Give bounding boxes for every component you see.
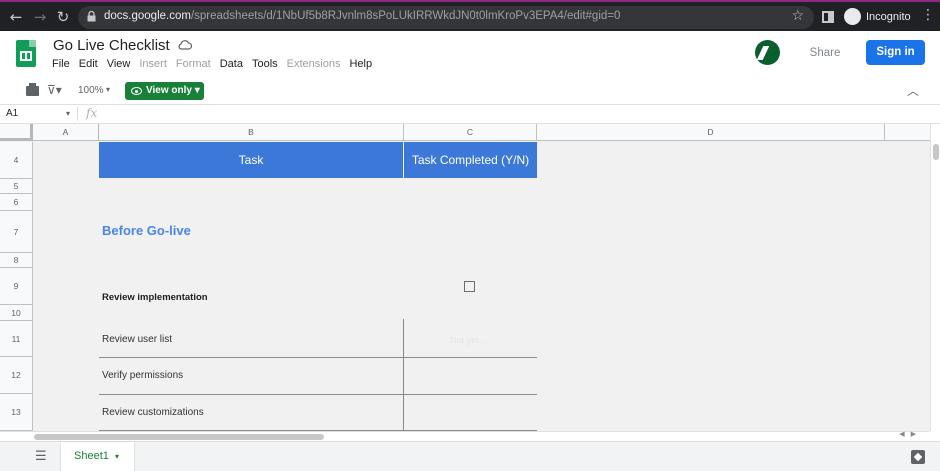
menu-bar: File Edit View Insert Format Data Tools … bbox=[52, 58, 381, 70]
lock-icon bbox=[87, 11, 96, 22]
sign-in-button[interactable]: Sign in bbox=[866, 40, 925, 65]
zoom-select[interactable]: 100% bbox=[78, 85, 104, 96]
vertical-scrollbar[interactable] bbox=[930, 124, 940, 431]
chevron-up-icon[interactable]: ︿ bbox=[907, 82, 919, 99]
reload-icon[interactable]: ↻ bbox=[53, 7, 73, 27]
menu-view[interactable]: View bbox=[107, 58, 131, 70]
share-button[interactable]: Share bbox=[800, 42, 850, 64]
bookmark-star-icon[interactable]: ☆ bbox=[791, 8, 804, 24]
task-cell-review-user-list[interactable]: Review user list bbox=[102, 334, 172, 345]
task-completed-header-cell[interactable]: Task Completed (Y/N) bbox=[404, 142, 537, 178]
scroll-arrows-icon[interactable]: ◀▶ bbox=[899, 430, 922, 438]
all-sheets-menu-icon[interactable]: ☰ bbox=[35, 449, 47, 464]
divider bbox=[77, 107, 78, 121]
doc-title[interactable]: Go Live Checklist bbox=[53, 37, 170, 54]
menu-edit[interactable]: Edit bbox=[79, 58, 98, 70]
column-divider bbox=[403, 319, 404, 431]
fx-icon: fx bbox=[86, 106, 98, 120]
doc-header: Go Live Checklist File Edit View Insert … bbox=[0, 31, 940, 77]
owner-avatar[interactable] bbox=[755, 40, 780, 65]
group-title[interactable]: Review implementation bbox=[102, 292, 208, 303]
toolbar: ⊽▾ 100% ▾ View only ▾ ︿ bbox=[0, 77, 940, 105]
menu-insert: Insert bbox=[139, 58, 167, 70]
chevron-down-icon[interactable]: ▾ bbox=[66, 109, 70, 118]
menu-help[interactable]: Help bbox=[349, 58, 372, 70]
url-path: /spreadsheets/d/1NbUf5b8RJvnlm8sPoLUkIRR… bbox=[190, 10, 621, 22]
chevron-down-icon[interactable]: ▾ bbox=[115, 442, 119, 471]
task-cell-verify-permissions[interactable]: Verify permissions bbox=[102, 370, 183, 381]
spreadsheet-grid[interactable]: A B C D 4 5 6 7 8 9 10 11 12 13 Task Tas… bbox=[0, 124, 930, 431]
horizontal-scroll-thumb[interactable] bbox=[34, 434, 324, 440]
menu-tools[interactable]: Tools bbox=[252, 58, 278, 70]
row-header-9[interactable]: 9 bbox=[0, 268, 33, 305]
select-all-corner[interactable] bbox=[0, 124, 33, 141]
row-header-10[interactable]: 10 bbox=[0, 305, 33, 321]
cloud-status-icon[interactable] bbox=[177, 39, 192, 50]
menu-file[interactable]: File bbox=[52, 58, 70, 70]
sheets-logo-icon[interactable] bbox=[16, 40, 36, 67]
row-header-11[interactable]: 11 bbox=[0, 321, 33, 357]
column-header-e[interactable] bbox=[885, 124, 930, 141]
row-header-7[interactable]: 7 bbox=[0, 211, 33, 253]
browser-chrome: ← → ↻ docs.google.com/spreadsheets/d/1Nb… bbox=[0, 0, 940, 31]
browser-menu-icon[interactable]: ⋮ bbox=[921, 7, 935, 23]
task-header-cell[interactable]: Task bbox=[99, 142, 403, 178]
column-header-c[interactable]: C bbox=[404, 124, 537, 141]
column-header-a[interactable]: A bbox=[33, 124, 99, 141]
column-header-d[interactable]: D bbox=[537, 124, 885, 141]
column-header-bar: A B C D bbox=[0, 124, 930, 141]
horizontal-scrollbar[interactable]: ◀▶ bbox=[0, 430, 930, 441]
menu-extensions: Extensions bbox=[286, 58, 341, 70]
row-header-13[interactable]: 13 bbox=[0, 394, 33, 431]
sheet-tab[interactable]: Sheet1 ▾ bbox=[61, 442, 134, 471]
sheet-tab-label: Sheet1 bbox=[74, 450, 109, 462]
menu-data[interactable]: Data bbox=[220, 58, 243, 70]
explore-icon[interactable] bbox=[911, 450, 925, 464]
back-icon[interactable]: ← bbox=[6, 7, 26, 27]
row-divider bbox=[99, 357, 537, 358]
incognito-icon bbox=[844, 8, 861, 25]
vertical-scroll-thumb[interactable] bbox=[933, 144, 939, 160]
sheet-tab-bar: ☰ Sheet1 ▾ bbox=[0, 441, 940, 471]
row-divider bbox=[99, 394, 537, 395]
name-box[interactable]: A1 bbox=[6, 108, 18, 119]
eye-icon bbox=[131, 87, 142, 95]
formula-bar: A1 ▾ fx bbox=[0, 105, 940, 124]
url-text: docs.google.com/spreadsheets/d/1NbUf5b8R… bbox=[104, 10, 620, 22]
address-bar[interactable]: docs.google.com/spreadsheets/d/1NbUf5b8R… bbox=[78, 6, 814, 29]
side-panel-icon[interactable] bbox=[822, 11, 834, 23]
view-only-button[interactable]: View only ▾ bbox=[125, 82, 204, 100]
print-icon[interactable] bbox=[26, 83, 39, 96]
url-host: docs.google.com bbox=[104, 10, 191, 22]
column-header-b[interactable]: B bbox=[99, 124, 404, 141]
row-header-4[interactable]: 4 bbox=[0, 142, 33, 179]
filter-icon[interactable]: ⊽▾ bbox=[47, 83, 62, 97]
checkbox[interactable] bbox=[464, 281, 475, 292]
menu-format: Format bbox=[175, 58, 211, 70]
faded-status-cell[interactable]: Not yet... bbox=[450, 335, 486, 345]
section-title[interactable]: Before Go-live bbox=[102, 223, 191, 238]
row-header-8[interactable]: 8 bbox=[0, 253, 33, 268]
incognito-profile[interactable]: Incognito bbox=[844, 8, 911, 25]
row-header-12[interactable]: 12 bbox=[0, 357, 33, 394]
forward-icon[interactable]: → bbox=[30, 7, 50, 27]
view-only-label: View only bbox=[146, 85, 192, 96]
task-cell-review-customizations[interactable]: Review customizations bbox=[102, 407, 204, 418]
profile-label: Incognito bbox=[866, 10, 911, 23]
frozen-divider bbox=[98, 124, 99, 141]
row-header-6[interactable]: 6 bbox=[0, 194, 33, 211]
chevron-down-icon[interactable]: ▾ bbox=[106, 85, 110, 94]
row-header-5[interactable]: 5 bbox=[0, 179, 33, 194]
